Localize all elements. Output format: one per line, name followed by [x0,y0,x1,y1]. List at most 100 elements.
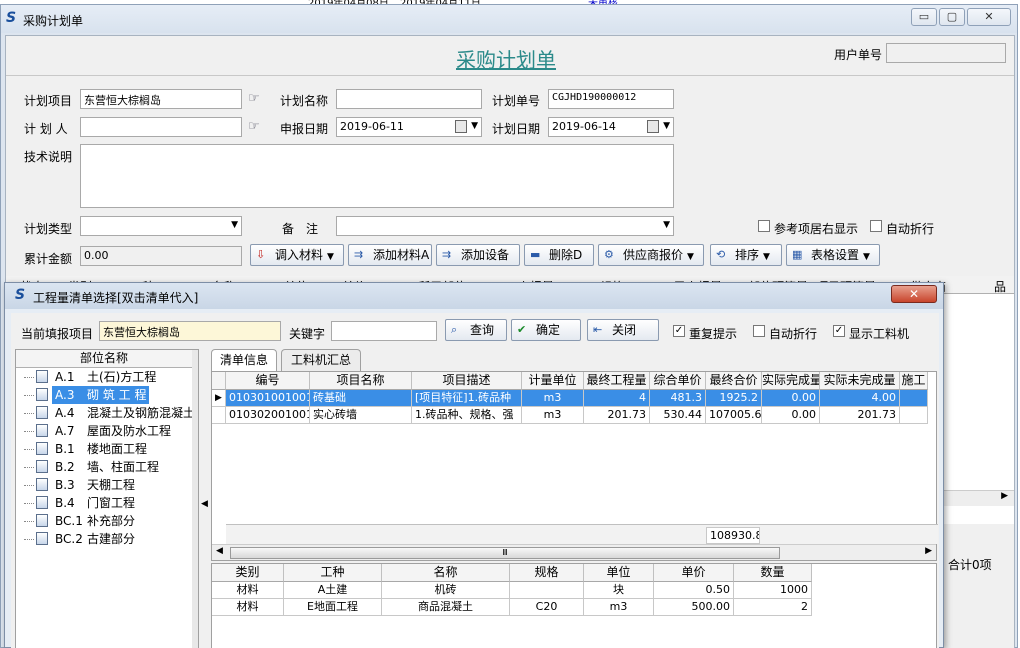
list-col-header[interactable]: 实际完成量 [762,372,820,390]
plan-no-field[interactable]: CGJHD190000012 [548,89,674,109]
close-dialog-button[interactable]: ⇤ 关闭 [587,319,659,341]
add-material-button[interactable]: ⇉ 添加材料A [348,244,432,266]
calendar-icon[interactable] [455,120,467,133]
scroll-right-icon[interactable]: ▶ [1001,491,1008,501]
chevron-down-icon[interactable]: ▼ [471,121,478,131]
list-col-header[interactable]: 项目描述 [412,372,522,390]
dialog-autowrap-checkbox[interactable] [753,325,765,337]
repeat-tip-checkbox[interactable]: ✓ [673,325,685,337]
detail-col-header[interactable]: 数量 [734,564,812,582]
calendar-icon[interactable] [647,120,659,133]
list-col-header[interactable]: 项目名称 [310,372,412,390]
table-cell: 机砖 [382,582,510,599]
list-col-header[interactable]: 编号 [226,372,310,390]
chevron-down-icon[interactable]: ▼ [663,220,670,230]
tab-lab-summary[interactable]: 工料机汇总 [281,349,361,371]
detail-col-header[interactable]: 名称 [382,564,510,582]
document-icon [36,514,48,527]
table-cell: 107005.6 [706,407,762,424]
tree-item[interactable]: B.2 墙、柱面工程 [16,458,192,476]
dialog-close-button[interactable]: ✕ [891,285,937,303]
ref-right-checkbox[interactable] [758,220,770,232]
collapse-left-icon[interactable]: ◀ [201,499,208,509]
detail-col-header[interactable]: 规格 [510,564,584,582]
add-equipment-label: 添加设备 [461,248,510,262]
tree-item[interactable]: B.3 天棚工程 [16,476,192,494]
tree-item[interactable]: A.4 混凝土及钢筋混凝土 [16,404,195,422]
detail-col-header[interactable]: 类别 [212,564,284,582]
bill-list-hscroll[interactable]: ◀ Ⅲ ▶ [212,544,936,560]
table-row[interactable]: 010302001001 实心砖墙 1.砖品种、规格、强 m3 201.73 530.44… [212,407,938,424]
maximize-button[interactable]: ▢ [939,8,965,26]
table-row[interactable]: ▶ 010301001001 砖基础 [项目特征]1.砖品种 m3 4 481.3 1925.… [212,390,938,407]
supplier-quote-button[interactable]: ⚙ 供应商报价 ▼ [598,244,704,266]
chevron-down-icon[interactable]: ▼ [863,252,870,262]
list-col-header[interactable]: 综合单价 [650,372,706,390]
sort-button[interactable]: ⟲ 排序 ▼ [710,244,782,266]
planner-field[interactable] [80,117,242,137]
chevron-down-icon[interactable]: ▼ [327,252,334,262]
keyword-input[interactable] [331,321,437,341]
delete-icon: ▬ [530,248,541,261]
detail-col-header[interactable]: 单位 [584,564,654,582]
query-button[interactable]: ⌕ 查询 [445,319,507,341]
detail-col-header[interactable]: 单价 [654,564,734,582]
type-select[interactable]: ▼ [80,216,242,236]
tree-item[interactable]: B.1 楼地面工程 [16,440,192,458]
scroll-thumb[interactable]: Ⅲ [230,547,780,559]
table-cell: 481.3 [650,390,706,407]
tree-scrollbar[interactable] [192,350,198,648]
tree-item[interactable]: A.7 屋面及防水工程 [16,422,192,440]
user-no-label: 用户单号 [834,48,883,62]
scroll-right-icon[interactable]: ▶ [925,546,932,556]
tree-item[interactable]: BC.1 补充部分 [16,512,192,530]
pick-icon[interactable]: ☞ [248,119,260,134]
tree-connector [24,431,34,432]
tree-item[interactable]: BC.2 古建部分 [16,530,192,548]
main-window-title: 采购计划单 [23,14,84,28]
project-field[interactable]: 东营恒大棕榈岛 [80,89,242,109]
ok-button[interactable]: ✔ 确定 [511,319,581,341]
tree-item[interactable]: A.3 砌 筑 工 程 [16,386,192,404]
user-no-field[interactable] [886,43,1006,63]
remark-select[interactable]: ▼ [336,216,674,236]
autowrap-checkbox[interactable] [870,220,882,232]
tree-item[interactable]: B.4 门窗工程 [16,494,192,512]
chevron-down-icon[interactable]: ▼ [663,121,670,131]
plan-name-label: 计划名称 [280,94,329,108]
list-col-header[interactable]: 实际未完成量 [820,372,900,390]
grid-col-header[interactable]: 品 [994,278,1006,295]
grid-settings-button[interactable]: ▦ 表格设置 ▼ [786,244,880,266]
pick-icon[interactable]: ☞ [248,91,260,106]
tree-item[interactable]: A.1 土(石)方工程 [16,368,192,386]
minimize-button[interactable]: ▭ [911,8,937,26]
table-cell: 材料 [212,582,284,599]
chevron-down-icon[interactable]: ▼ [231,220,238,230]
detail-col-header[interactable]: 工种 [284,564,382,582]
plan-name-field[interactable] [336,89,482,109]
delete-button[interactable]: ▬ 删除D [524,244,594,266]
tech-field[interactable] [80,144,674,208]
add-equipment-button[interactable]: ⇉ 添加设备 [436,244,520,266]
plan-date-field[interactable]: 2019-06-14 ▼ [548,117,674,137]
repeat-tip-label: 重复提示 [689,327,738,341]
tree-item-code: A.7 [55,424,75,438]
import-material-button[interactable]: ⇩ 调入材料 ▼ [250,244,344,266]
form-title: 采购计划单 [456,48,556,72]
list-col-header[interactable]: 最终工程量 [584,372,650,390]
report-date-field[interactable]: 2019-06-11 ▼ [336,117,482,137]
close-button[interactable]: ✕ [967,8,1011,26]
table-row[interactable]: 材料 A土建 机砖 块 0.50 1000 [212,582,812,599]
app-icon: S [15,287,26,303]
chevron-down-icon[interactable]: ▼ [763,252,770,262]
table-row[interactable]: 材料 E地面工程 商品混凝土 C20 m3 500.00 2 [212,599,812,616]
scroll-left-icon[interactable]: ◀ [216,546,223,556]
chevron-down-icon[interactable]: ▼ [687,252,694,262]
tree-item-name: 古建部分 [87,532,136,546]
list-col-header[interactable]: 最终合价 [706,372,762,390]
import-label: 调入材料 [275,248,324,262]
list-col-header[interactable]: 计量单位 [522,372,584,390]
show-lab-checkbox[interactable]: ✓ [833,325,845,337]
tab-bill-info[interactable]: 清单信息 [211,349,277,371]
list-col-header[interactable]: 施工 [900,372,928,390]
